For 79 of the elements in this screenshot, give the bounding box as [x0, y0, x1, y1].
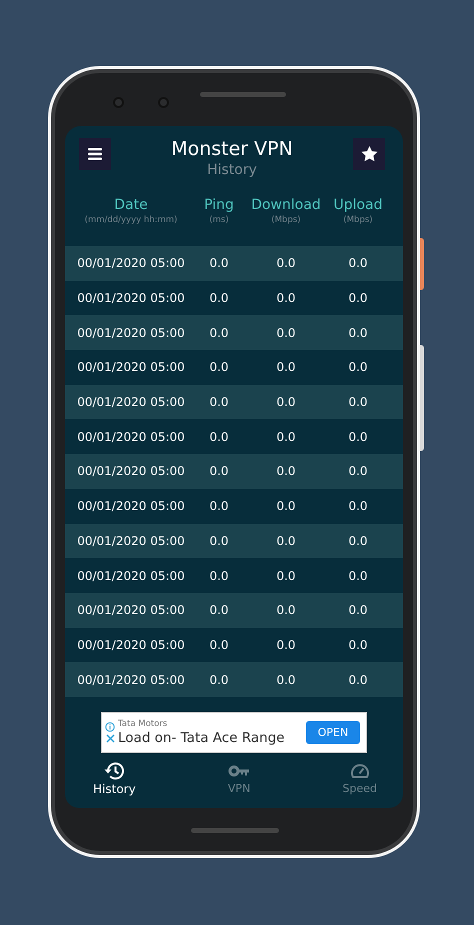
download-cell-text: 0.0: [275, 256, 297, 270]
date-cell-text: 00/01/2020 05:00: [76, 499, 186, 514]
camera-lens: [158, 97, 169, 108]
close-icon[interactable]: [106, 734, 114, 743]
upload-cell-text: 0.0: [347, 638, 369, 652]
upload-cell-text: 0.0: [347, 672, 369, 687]
upload-cell-text: 0.0: [347, 291, 369, 306]
download-cell-text: 0.0: [275, 395, 297, 410]
app-title: Monster VPN: [171, 137, 293, 161]
date-cell-text: 00/01/2020 05:00: [76, 672, 186, 687]
download-cell-text: 0.0: [275, 638, 297, 652]
date-cell-text: 00/01/2020 05:00: [76, 430, 186, 444]
column-header: Date: [114, 196, 148, 214]
ping-cell-text: 0.0: [208, 464, 230, 478]
camera-lens: [113, 97, 124, 108]
ping-cell-text: 0.0: [208, 499, 230, 514]
screen-subtitle: History: [207, 161, 257, 179]
upload-cell-text: 0.0: [347, 430, 369, 444]
ping-cell-text: 0.0: [208, 395, 230, 410]
upload-cell-text: 0.0: [347, 603, 369, 618]
nav-tab[interactable]: History: [93, 761, 136, 805]
date-cell-text: 00/01/2020 05:00: [76, 360, 186, 374]
column-header: Download: [251, 196, 321, 214]
menu-icon: [88, 148, 102, 160]
upload-cell-text: 0.0: [347, 464, 369, 478]
upload-cell-text: 0.0: [347, 568, 369, 583]
ping-cell-text: 0.0: [208, 672, 230, 687]
column-header: Ping: [204, 196, 234, 214]
download-cell-text: 0.0: [275, 326, 297, 340]
ping-cell-text: 0.0: [208, 568, 230, 583]
date-cell-text: 00/01/2020 05:00: [76, 568, 186, 583]
ad-banner[interactable]: Tata Motors Load on- Tata Ace Range OPEN: [101, 712, 367, 753]
ping-cell-text: 0.0: [208, 360, 230, 374]
date-cell-text: 00/01/2020 05:00: [76, 291, 186, 306]
column-unit: (Mbps): [271, 214, 301, 226]
date-cell-text: 00/01/2020 05:00: [76, 326, 186, 340]
download-cell-text: 0.0: [275, 291, 297, 306]
ping-cell-text: 0.0: [208, 603, 230, 618]
star-icon: [360, 146, 378, 162]
download-cell-text: 0.0: [275, 430, 297, 444]
date-cell-text: 00/01/2020 05:00: [76, 603, 186, 618]
column-unit: (Mbps): [343, 214, 373, 226]
nav-tab[interactable]: Speed: [342, 761, 377, 805]
upload-cell-text: 0.0: [347, 326, 369, 340]
download-cell-text: 0.0: [275, 464, 297, 478]
ping-cell-text: 0.0: [208, 430, 230, 444]
ad-advertiser: Tata Motors: [118, 718, 168, 730]
history-icon: [103, 761, 126, 781]
ping-cell-text: 0.0: [208, 291, 230, 306]
date-cell-text: 00/01/2020 05:00: [76, 256, 186, 270]
download-cell-text: 0.0: [275, 534, 297, 548]
nav-tab[interactable]: VPN: [228, 761, 250, 805]
date-cell-text: 00/01/2020 05:00: [76, 395, 186, 410]
download-cell-text: 0.0: [275, 672, 297, 687]
ping-cell-text: 0.0: [208, 326, 230, 340]
upload-cell-text: 0.0: [347, 534, 369, 548]
column-unit: (ms): [209, 214, 229, 226]
ping-cell-text: 0.0: [208, 256, 230, 270]
download-cell-text: 0.0: [275, 603, 297, 618]
download-cell-text: 0.0: [275, 568, 297, 583]
ping-cell-text: 0.0: [208, 534, 230, 548]
upload-cell-text: 0.0: [347, 395, 369, 410]
column-header: Upload: [333, 196, 383, 214]
open-button[interactable]: OPEN: [306, 721, 360, 744]
ping-cell-text: 0.0: [208, 638, 230, 652]
favorite-button[interactable]: [353, 138, 385, 170]
date-cell-text: 00/01/2020 05:00: [76, 464, 186, 478]
date-cell-text: 00/01/2020 05:00: [76, 638, 186, 652]
download-cell-text: 0.0: [275, 499, 297, 514]
date-cell-text: 00/01/2020 05:00: [76, 534, 186, 548]
upload-cell-text: 0.0: [347, 256, 369, 270]
upload-cell-text: 0.0: [347, 499, 369, 514]
speedometer-icon: [348, 761, 371, 781]
upload-cell-text: 0.0: [347, 360, 369, 374]
info-icon[interactable]: [105, 722, 115, 732]
menu-button[interactable]: [79, 138, 111, 170]
ad-headline: Load on- Tata Ace Range: [118, 730, 286, 746]
download-cell-text: 0.0: [275, 360, 297, 374]
column-unit: (mm/dd/yyyy hh:mm): [84, 214, 178, 226]
